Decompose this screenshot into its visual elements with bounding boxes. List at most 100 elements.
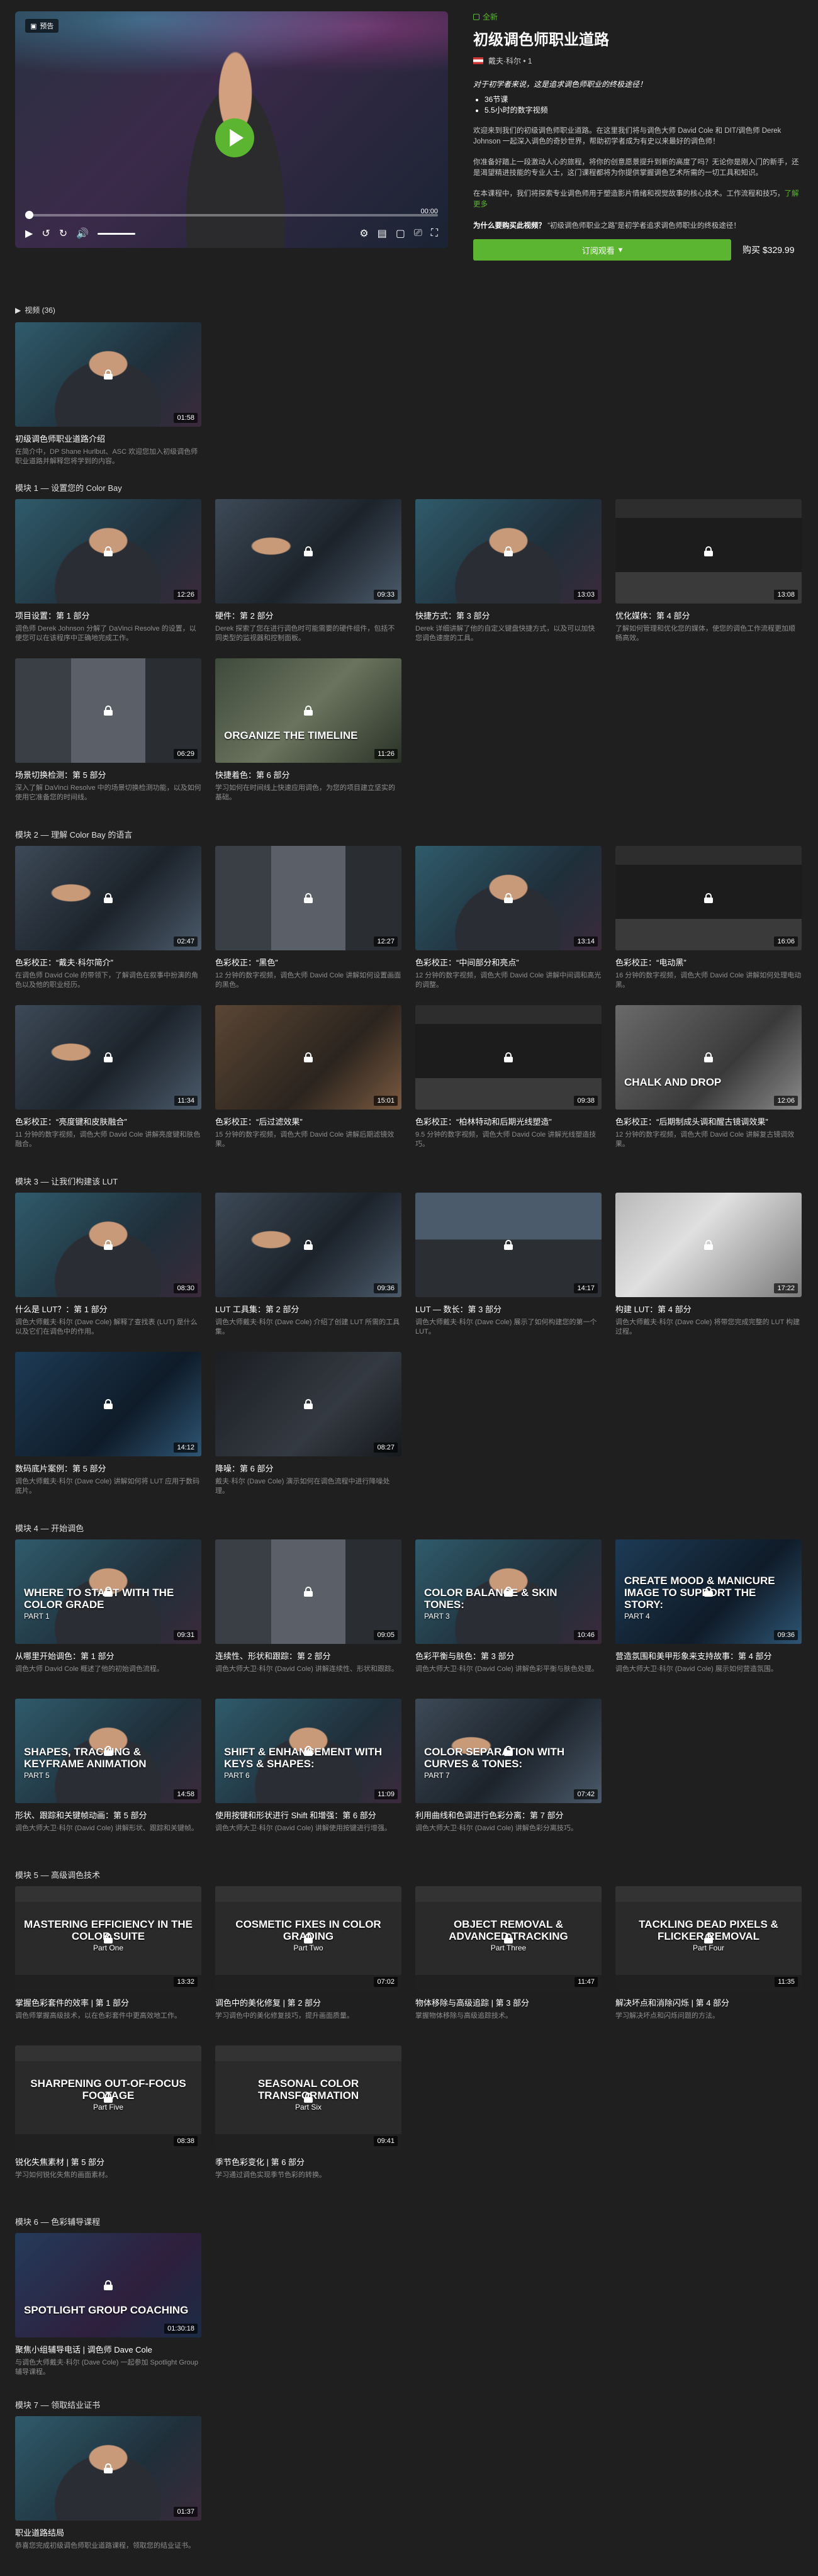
lesson-card[interactable]: 14:12 数码底片案例：第 5 部分 调色大师戴夫·科尔 (Dave Cole) … [15,1352,201,1507]
lesson-card[interactable]: 12:27 色彩校正：“黑色” 12 分钟的数字视频，调色大师 David Cole… [215,846,401,1001]
lesson-title[interactable]: 优化媒体：第 4 部分 [615,609,802,621]
lesson-title[interactable]: 色彩校正：“电动黑” [615,956,802,968]
lesson-card[interactable]: 15:01 色彩校正：“后过滤效果” 15 分钟的数字视频，调色大师 David C… [215,1005,401,1160]
lesson-thumbnail[interactable]: CREATE MOOD & MANICURE IMAGE TO SUPPORT … [615,1539,802,1644]
lesson-title[interactable]: 使用按键和形状进行 Shift 和增强：第 6 部分 [215,1809,401,1821]
lesson-thumbnail[interactable]: SHIFT & ENHANCEMENT WITH KEYS & SHAPES: P… [215,1699,401,1803]
lesson-title[interactable]: 色彩校正：“后期制成头调和醒古镜调效果” [615,1115,802,1127]
lesson-thumbnail[interactable]: COLOR SEPARATION WITH CURVES & TONES: PAR… [415,1699,602,1803]
lesson-card[interactable]: 17:22 构建 LUT：第 4 部分 调色大师戴夫·科尔 (Dave Cole) … [615,1193,802,1347]
lesson-thumbnail[interactable]: 08:27 [215,1352,401,1456]
lesson-card[interactable]: SHAPES, TRACKING & KEYFRAME ANIMATION PAR… [15,1699,201,1853]
lesson-title[interactable]: 初级调色师职业道路介绍 [15,432,201,444]
lesson-card[interactable]: 09:36 LUT 工具集：第 2 部分 调色大师戴夫·科尔 (Dave Cole)… [215,1193,401,1347]
lesson-thumbnail[interactable]: 01:37 [15,2416,201,2521]
captions-icon[interactable]: ▤ [378,227,387,240]
lesson-thumbnail[interactable]: 01:58 [15,322,201,427]
cast-icon[interactable]: ⎚ [414,228,422,239]
lesson-card[interactable]: Spotlight Group Coaching 01:30:18 聚焦小组辅导电话… [15,2233,201,2388]
lesson-thumbnail[interactable]: 13:03 [415,499,602,604]
lesson-title[interactable]: 连续性、形状和跟踪：第 2 部分 [215,1650,401,1662]
lesson-title[interactable]: 色彩校正：“柏林特动和后期光线塑造” [415,1115,602,1127]
lesson-card[interactable]: 09:33 硬件：第 2 部分 Derek 探索了您在进行调色时可能需要的硬件组件，… [215,499,401,654]
lesson-card[interactable]: 08:30 什么是 LUT？：第 1 部分 调色大师戴夫·科尔 (Dave Cole… [15,1193,201,1347]
lesson-card[interactable]: 01:37 职业道路结局 恭喜您完成初级调色师职业道路课程，领取您的结业证书。 [15,2416,201,2571]
lesson-thumbnail[interactable]: 15:01 [215,1005,401,1110]
lesson-thumbnail[interactable]: 13:08 [615,499,802,604]
lesson-card[interactable]: COLOR BALANCE & SKIN TONES: PART 3 10:46 色彩… [415,1539,602,1694]
lesson-title[interactable]: 数码底片案例：第 5 部分 [15,1462,201,1474]
lesson-title[interactable]: 色彩校正：“黑色” [215,956,401,968]
lesson-card[interactable]: COSMETIC FIXES IN COLOR GRADING Part Two 0… [215,1886,401,2041]
lesson-card[interactable]: WHERE TO START WITH THE COLOR GRADE PART … [15,1539,201,1694]
lesson-card[interactable]: 09:38 色彩校正：“柏林特动和后期光线塑造” 9.5 分钟的数字视频，调色大师 … [415,1005,602,1160]
lesson-thumbnail[interactable]: 09:05 [215,1539,401,1644]
lesson-card[interactable]: SEASONAL COLOR TRANSFORMATION Part Six 09:… [215,2045,401,2200]
lesson-card[interactable]: 06:29 场景切换检测：第 5 部分 深入了解 DaVinci Resolve 中… [15,658,201,813]
lesson-title[interactable]: 掌握色彩套件的效率 | 第 1 部分 [15,1996,201,2008]
lesson-thumbnail[interactable]: 06:29 [15,658,201,763]
lesson-thumbnail[interactable]: 14:12 [15,1352,201,1456]
lesson-card[interactable]: 09:05 连续性、形状和跟踪：第 2 部分 调色大师大卫·科尔 (David Co… [215,1539,401,1694]
lesson-title[interactable]: 色彩校正：“后过滤效果” [215,1115,401,1127]
lesson-title[interactable]: LUT — 数长：第 3 部分 [415,1303,602,1315]
rewind-icon[interactable]: ↺ [42,227,50,240]
lesson-card[interactable]: 02:47 色彩校正：“戴夫·科尔简介” 在调色师 David Cole 的带领下，… [15,846,201,1001]
play-icon[interactable]: ▶ [25,227,33,240]
lesson-thumbnail[interactable]: ORGANIZE THE TIMELINE 11:26 [215,658,401,763]
lesson-thumbnail[interactable]: COSMETIC FIXES IN COLOR GRADING Part Two 0… [215,1886,401,1991]
lesson-card[interactable]: 16:06 色彩校正：“电动黑” 16 分钟的数字视频，调色大师 David Col… [615,846,802,1001]
lesson-thumbnail[interactable]: WHERE TO START WITH THE COLOR GRADE PART … [15,1539,201,1644]
lesson-thumbnail[interactable]: MASTERING EFFICIENCY IN THE COLOR SUITE P… [15,1886,201,1991]
lesson-title[interactable]: 调色中的美化修复 | 第 2 部分 [215,1996,401,2008]
lesson-title[interactable]: 什么是 LUT？：第 1 部分 [15,1303,201,1315]
lesson-title[interactable]: 解决坏点和消除闪烁 | 第 4 部分 [615,1996,802,2008]
lesson-card[interactable]: COLOR SEPARATION WITH CURVES & TONES: PAR… [415,1699,602,1853]
lesson-thumbnail[interactable]: SHARPENING OUT-OF-FOCUS FOOTAGE Part Five… [15,2045,201,2150]
lesson-thumbnail[interactable]: 12:27 [215,846,401,950]
lesson-thumbnail[interactable]: 08:30 [15,1193,201,1297]
lesson-title[interactable]: 聚焦小组辅导电话 | 调色师 Dave Cole [15,2343,201,2355]
lesson-card[interactable]: CREATE MOOD & MANICURE IMAGE TO SUPPORT … [615,1539,802,1694]
lesson-card[interactable]: 13:03 快捷方式：第 3 部分 Derek 详细讲解了他的自定义键盘快捷方式，以… [415,499,602,654]
settings-icon[interactable]: ⚙ [359,227,368,240]
lesson-title[interactable]: LUT 工具集：第 2 部分 [215,1303,401,1315]
lesson-title[interactable]: 降噪：第 6 部分 [215,1462,401,1474]
lesson-thumbnail[interactable]: 02:47 [15,846,201,950]
lesson-title[interactable]: 构建 LUT：第 4 部分 [615,1303,802,1315]
lesson-card[interactable]: 14:17 LUT — 数长：第 3 部分 调色大师戴夫·科尔 (Dave Cole… [415,1193,602,1347]
lesson-thumbnail[interactable]: Spotlight Group Coaching 01:30:18 [15,2233,201,2337]
lesson-title[interactable]: 色彩校正：“中间部分和亮点” [415,956,602,968]
volume-slider[interactable] [98,232,136,235]
lesson-title[interactable]: 色彩校正：“亮度键和皮肤融合” [15,1115,201,1127]
lesson-card[interactable]: 13:14 色彩校正：“中间部分和亮点” 12 分钟的数字视频，调色大师 David… [415,846,602,1001]
lesson-thumbnail[interactable]: 11:34 [15,1005,201,1110]
lesson-title[interactable]: 营造氛围和美甲形象来支持故事：第 4 部分 [615,1650,802,1662]
lesson-title[interactable]: 快捷着色：第 6 部分 [215,768,401,780]
lesson-title[interactable]: 职业道路结局 [15,2526,201,2538]
lesson-thumbnail[interactable]: 17:22 [615,1193,802,1297]
course-author[interactable]: 戴夫·科尔 • 1 [488,55,532,66]
lesson-card[interactable]: 12:26 项目设置：第 1 部分 调色师 Derek Johnson 分解了 Da… [15,499,201,654]
lesson-thumbnail[interactable]: COLOR BALANCE & SKIN TONES: PART 3 10:46 [415,1539,602,1644]
subscribe-button[interactable]: 订阅观看 ▾ [473,239,731,261]
lesson-thumbnail[interactable]: 16:06 [615,846,802,950]
lesson-title[interactable]: 快捷方式：第 3 部分 [415,609,602,621]
lesson-thumbnail[interactable]: 09:33 [215,499,401,604]
lesson-thumbnail[interactable]: OBJECT REMOVAL & ADVANCED TRACKING Part T… [415,1886,602,1991]
lesson-thumbnail[interactable]: TACKLING DEAD PIXELS & FLICKER REMOVAL Pa… [615,1886,802,1991]
lesson-title[interactable]: 季节色彩变化 | 第 6 部分 [215,2156,401,2168]
lesson-thumbnail[interactable]: SHAPES, TRACKING & KEYFRAME ANIMATION PAR… [15,1699,201,1803]
lesson-card[interactable]: SHARPENING OUT-OF-FOCUS FOOTAGE Part Five… [15,2045,201,2200]
pip-icon[interactable]: ▢ [396,227,405,240]
lesson-title[interactable]: 项目设置：第 1 部分 [15,609,201,621]
lesson-title[interactable]: 从哪里开始调色：第 1 部分 [15,1650,201,1662]
fullscreen-icon[interactable]: ⛶ [431,228,438,239]
lesson-thumbnail[interactable]: SEASONAL COLOR TRANSFORMATION Part Six 09:… [215,2045,401,2150]
lesson-card[interactable]: 13:08 优化媒体：第 4 部分 了解如何管理和优化您的媒体，使您的调色工作流程更… [615,499,802,654]
preview-video[interactable]: ▣ 预告 00:00 ▶ ↺ ↻ 🔊 ⚙ ▤ ▢ ⎚ ⛶ [15,11,448,248]
video-progress-bar[interactable] [25,211,438,219]
lesson-card[interactable]: CHALK AND DROP 12:06 色彩校正：“后期制成头调和醒古镜调效果” 1… [615,1005,802,1160]
lesson-card[interactable]: MASTERING EFFICIENCY IN THE COLOR SUITE P… [15,1886,201,2041]
lesson-card[interactable]: SHIFT & ENHANCEMENT WITH KEYS & SHAPES: P… [215,1699,401,1853]
